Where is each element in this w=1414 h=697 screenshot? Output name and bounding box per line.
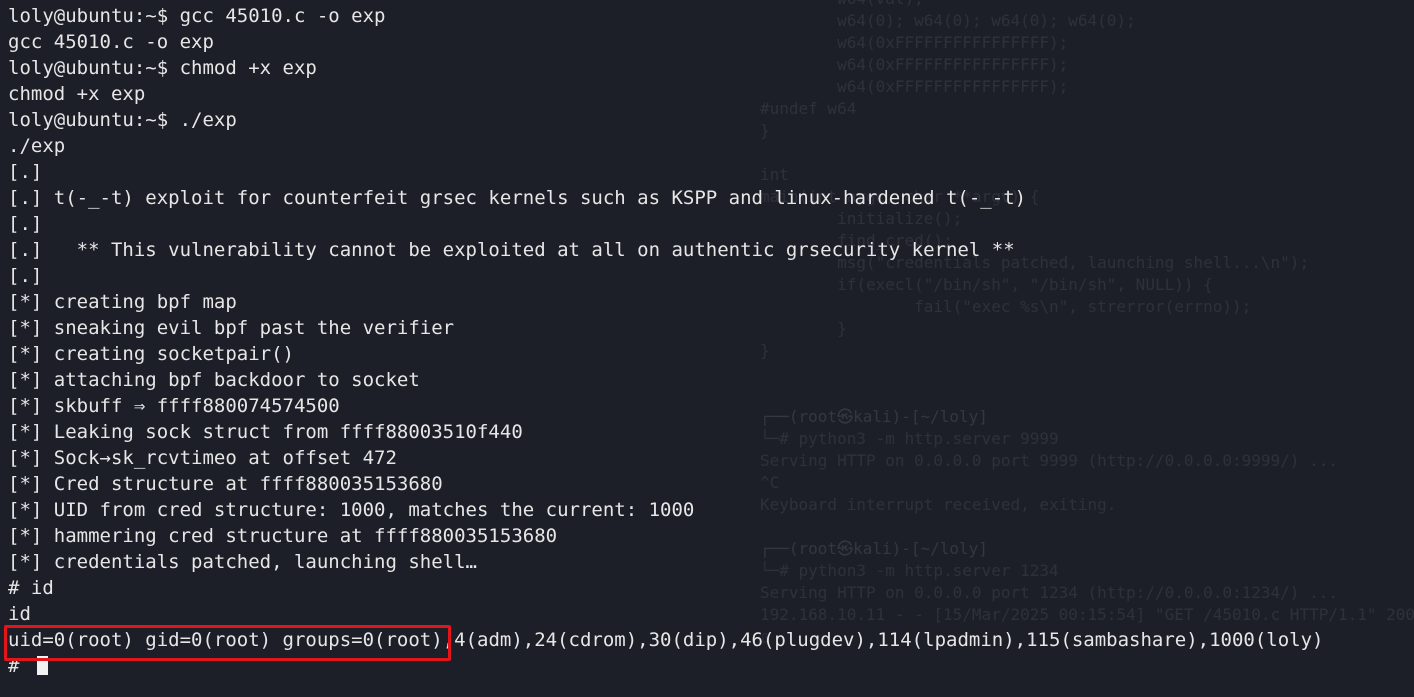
- terminal-line: [*] skbuff ⇒ ffff880074574500: [8, 395, 340, 417]
- terminal-line: loly@ubuntu:~$ ./exp: [8, 109, 237, 131]
- terminal-line: chmod +x exp: [8, 83, 146, 105]
- terminal-line: [.]: [8, 161, 43, 183]
- uid-groups-text: ,4(adm),24(cdrom),30(dip),46(plugdev),11…: [442, 629, 1324, 651]
- terminal-line: [.] t(-_-t) exploit for counterfeit grse…: [8, 187, 1027, 209]
- terminal-line: ./exp: [8, 135, 66, 157]
- terminal-output: loly@ubuntu:~$ gcc 45010.c -o exp gcc 450…: [8, 3, 1408, 627]
- terminal-line: [*] hammering cred structure at ffff8800…: [8, 525, 558, 547]
- terminal-line: [*] Cred structure at ffff880035153680: [8, 473, 443, 495]
- terminal-line: [.] ** This vulnerability cannot be expl…: [8, 239, 1015, 261]
- terminal-line: gcc 45010.c -o exp: [8, 31, 214, 53]
- terminal-line: [*] attaching bpf backdoor to socket: [8, 369, 420, 391]
- terminal-line: # id: [8, 577, 54, 599]
- terminal-line: loly@ubuntu:~$ gcc 45010.c -o exp: [8, 5, 386, 27]
- terminal-line: id: [8, 603, 31, 625]
- terminal-line: [*] Leaking sock struct from ffff8800351…: [8, 421, 523, 443]
- terminal-line: [*] creating bpf map: [8, 291, 237, 313]
- terminal-line: [*] Sock→sk_rcvtimeo at offset 472: [8, 447, 397, 469]
- terminal-line: [.]: [8, 213, 43, 235]
- terminal-line: [*] creating socketpair(): [8, 343, 294, 365]
- terminal-line: [*] credentials patched, launching shell…: [8, 551, 477, 573]
- terminal-line: [*] sneaking evil bpf past the verifier: [8, 317, 455, 339]
- terminal-line: [*] UID from cred structure: 1000, match…: [8, 499, 695, 521]
- terminal-line: [.]: [8, 265, 43, 287]
- terminal-window[interactable]: loly@ubuntu:~$ gcc 45010.c -o exp gcc 450…: [4, 3, 1408, 679]
- root-highlight-box: [4, 625, 451, 661]
- terminal-line: loly@ubuntu:~$ chmod +x exp: [8, 57, 317, 79]
